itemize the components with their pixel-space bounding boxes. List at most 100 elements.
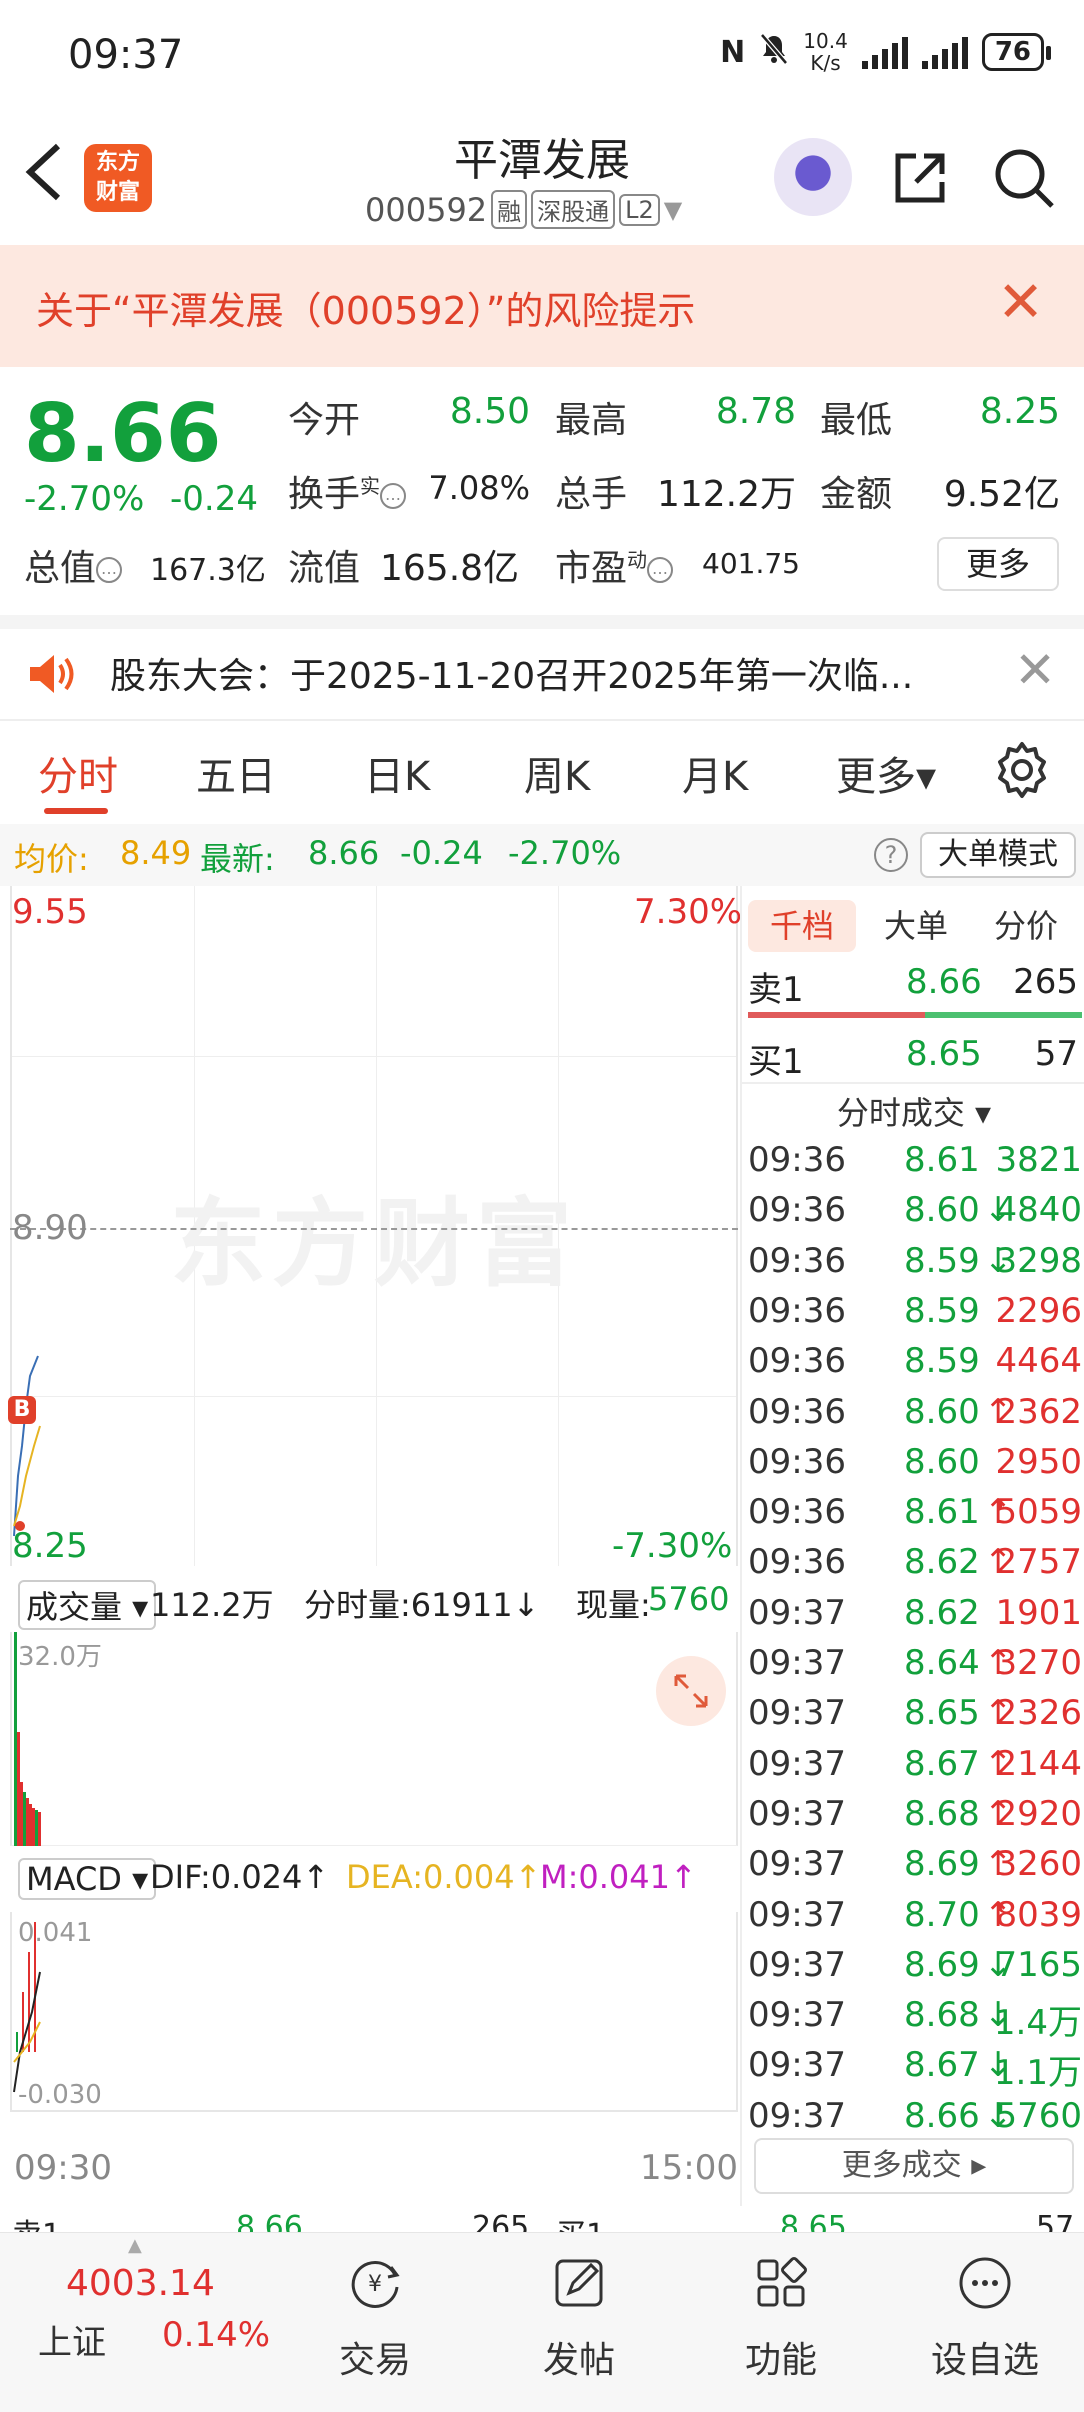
avg-label: 均价: — [14, 840, 89, 878]
tag-margin: 融 — [491, 190, 528, 229]
trade-price: 8.62 — [904, 1542, 980, 1583]
trades-title-select[interactable]: 分时成交 ▾ — [742, 1088, 1084, 1134]
volume-bar — [23, 1792, 26, 1846]
macd-chart: 0.041 -0.030 — [10, 1912, 738, 2112]
more-trades-button[interactable]: 更多成交 ▸ — [754, 2138, 1074, 2194]
amount-value: 9.52亿 — [943, 474, 1060, 515]
y-axis-bottom-pct: -7.30% — [612, 1526, 733, 1566]
nav-functions[interactable]: 功能 — [716, 2253, 846, 2383]
trade-price: 8.64 — [904, 1643, 980, 1683]
bottom-nav: ▲ 4003.14 上证 0.14% ¥ 交易 发帖 功能 设自选 — [0, 2232, 1084, 2412]
orderbook-peek: 卖1 8.66 265 买1 8.65 57 — [0, 2208, 1084, 2234]
nav-trade[interactable]: ¥ 交易 — [310, 2253, 440, 2383]
volume-now-label: 现量: — [576, 1586, 651, 1624]
trade-row: 09:37 8.62 1901 — [748, 1593, 1082, 1643]
buy-marker[interactable]: B — [8, 1396, 36, 1424]
speaker-icon — [30, 655, 74, 693]
info-icon[interactable]: … — [380, 483, 407, 509]
notice-close-icon[interactable]: ✕ — [1014, 641, 1056, 699]
volume-bar — [14, 1632, 17, 1846]
macd-dea: DEA:0.004↑ — [346, 1858, 542, 1896]
float-label: 流值 — [288, 548, 361, 589]
tab-daily-k[interactable]: 日K — [364, 744, 430, 802]
index-name: 上证 — [38, 2323, 106, 2363]
help-icon[interactable]: ? — [874, 838, 908, 872]
more-dots-icon — [959, 2257, 1011, 2309]
trade-price: 8.70 — [904, 1894, 980, 1935]
big-order-mode-button[interactable]: 大单模式 — [920, 832, 1076, 878]
tab-weekly-k[interactable]: 周K — [524, 744, 590, 802]
trade-row: 09:36 8.59 2296 — [748, 1291, 1082, 1341]
trade-volume: 1.4万 — [993, 2003, 1082, 2044]
panel-tab-big-orders[interactable]: 大单 — [862, 900, 970, 952]
trade-time: 09:37 — [748, 1592, 846, 1633]
pe-value: 401.75 — [702, 547, 800, 580]
change-percent: -2.70% — [24, 479, 145, 519]
battery-icon: 76 — [981, 33, 1052, 71]
signal-icon-2 — [921, 35, 968, 69]
risk-banner[interactable]: 关于“平潭发展（000592）”的风险提示 ✕ — [0, 245, 1084, 367]
peek-buy1-vol: 57 — [1036, 2210, 1075, 2234]
trade-time: 09:36 — [748, 1240, 846, 1281]
trade-volume: 7165 — [995, 1944, 1082, 1985]
trade-row: 09:36 8.60 2950 — [748, 1442, 1082, 1492]
trade-row: 09:37 8.68 ↑ 2920 — [748, 1794, 1082, 1844]
trade-price: 8.67 — [904, 2045, 980, 2086]
volume-bar — [35, 1810, 38, 1846]
trade-volume: 5059 — [995, 1492, 1082, 1533]
trade-time: 09:36 — [748, 1190, 846, 1231]
volume-indicator-select[interactable]: 成交量 ▾ — [18, 1580, 157, 1630]
volume-tick: 分时量:61911↓ — [304, 1586, 540, 1624]
ai-assistant-icon[interactable] — [774, 138, 852, 216]
buy1-volume: 57 — [1034, 1034, 1078, 1074]
order-panel: 千档 大单 分价 卖1 8.66 265 买1 8.65 57 分时成交 ▾ 0… — [740, 886, 1084, 2206]
tab-indicator — [44, 808, 108, 814]
peek-sell1-label: 卖1 — [12, 2210, 61, 2234]
volume-bar — [29, 1804, 32, 1846]
info-icon[interactable]: … — [96, 557, 123, 583]
stock-code-row[interactable]: 000592 融 深股通 L2 ▼ — [365, 190, 682, 229]
gear-icon[interactable] — [992, 740, 1052, 800]
intraday-chart[interactable]: 东方财富 9.55 7.30% 8.90 8.25 -7.30% B 成交量 ▾… — [0, 886, 742, 2206]
macd-indicator-select[interactable]: MACD ▾ — [18, 1858, 157, 1900]
info-icon[interactable]: … — [647, 557, 674, 583]
trade-time: 09:37 — [748, 1894, 846, 1935]
peek-sell1-price: 8.66 — [236, 2210, 303, 2234]
sell1-row[interactable]: 卖1 8.66 265 — [746, 954, 1082, 1014]
volume-bar — [20, 1782, 23, 1846]
sell1-volume: 265 — [1013, 962, 1078, 1002]
time-axis-start: 09:30 — [14, 2148, 112, 2188]
amount-label: 金额 — [820, 474, 893, 515]
volume-value: 112.2万 — [656, 474, 796, 515]
trade-time: 09:37 — [748, 1944, 846, 1985]
risk-close-icon[interactable]: ✕ — [997, 275, 1044, 331]
nav-post[interactable]: 发帖 — [514, 2253, 644, 2383]
sell1-label: 卖1 — [748, 970, 804, 1010]
tab-more[interactable]: 更多▾ — [836, 744, 936, 802]
turnover-label: 换手实… — [288, 465, 407, 517]
trade-price: 8.59 — [904, 1341, 980, 1382]
trade-row: 09:37 8.69 ↑ 3260 — [748, 1844, 1082, 1894]
trade-row: 09:37 8.64 ↑ 3270 — [748, 1643, 1082, 1693]
notice-bar[interactable]: 股东大会：于2025-11-20召开2025年第一次临... ✕ — [0, 629, 1084, 719]
macd-header: MACD ▾ DIF:0.024↑ DEA:0.004↑ M:0.041↑ — [10, 1854, 738, 1904]
search-button[interactable] — [992, 146, 1056, 210]
quote-more-button[interactable]: 更多 — [937, 537, 1059, 591]
tab-five-day[interactable]: 五日 — [196, 744, 276, 802]
tab-intraday[interactable]: 分时 — [38, 744, 118, 802]
index-value: 4003.14 — [66, 2263, 215, 2304]
trade-row: 09:37 8.69 ↓ 7165 — [748, 1945, 1082, 1995]
tab-monthly-k[interactable]: 月K — [682, 744, 748, 802]
grid-icon — [757, 2257, 807, 2307]
volume-bar — [26, 1798, 29, 1846]
panel-tab-depth[interactable]: 千档 — [748, 900, 856, 952]
trade-time: 09:37 — [748, 1693, 846, 1734]
stock-code: 000592 — [365, 190, 488, 229]
buy1-row[interactable]: 买1 8.65 57 — [746, 1026, 1082, 1086]
panel-tab-price[interactable]: 分价 — [972, 900, 1080, 952]
nav-add-watchlist[interactable]: 设自选 — [920, 2253, 1050, 2383]
expand-chart-button[interactable] — [656, 1656, 726, 1726]
share-button[interactable] — [890, 148, 950, 208]
trade-price: 8.61 — [904, 1140, 980, 1180]
trade-time: 09:36 — [748, 1441, 846, 1482]
